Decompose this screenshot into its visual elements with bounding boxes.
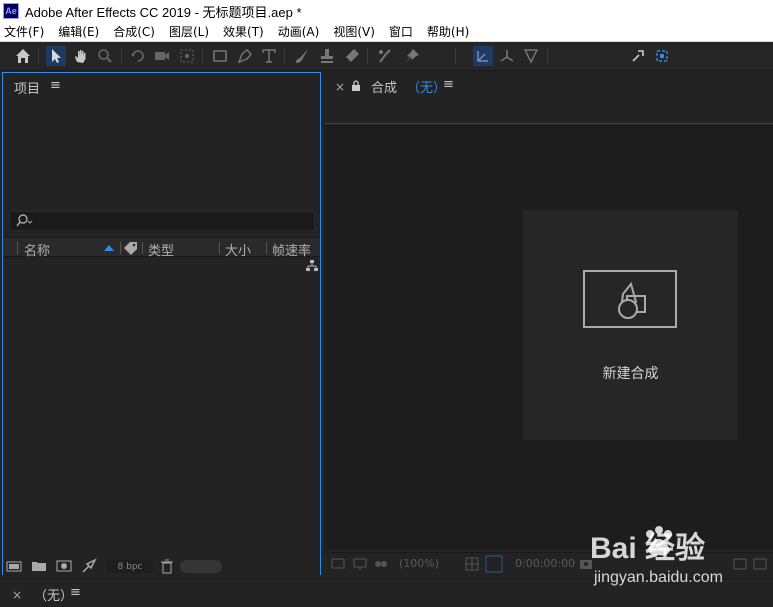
menu-effect[interactable]: 效果(T) — [223, 23, 264, 40]
camera-tool-icon[interactable] — [152, 46, 172, 66]
column-size[interactable]: 大小 — [225, 240, 251, 259]
home-icon[interactable] — [13, 46, 33, 66]
watermark-url: jingyan.baidu.com — [594, 569, 723, 586]
eraser-tool-icon[interactable] — [342, 46, 362, 66]
paw-logo-icon — [646, 526, 672, 556]
puppet-pin-tool-icon[interactable] — [402, 46, 422, 66]
menu-animation[interactable]: 动画(A) — [278, 23, 320, 40]
zoom-tool-icon[interactable] — [95, 46, 115, 66]
brush-tool-icon[interactable] — [292, 46, 312, 66]
menu-help[interactable]: 帮助(H) — [427, 23, 469, 40]
safe-zones-icon[interactable] — [465, 557, 479, 571]
close-composition-icon[interactable]: × — [335, 80, 345, 94]
world-axis-icon[interactable] — [497, 46, 517, 66]
search-icon — [16, 214, 33, 227]
new-composition-label: 新建合成 — [602, 366, 659, 382]
pen-tool-icon[interactable] — [235, 46, 255, 66]
view-axis-icon[interactable] — [521, 46, 541, 66]
project-tab[interactable]: 项目 — [14, 78, 40, 97]
tools-panel: 对齐 — [0, 42, 773, 109]
project-settings-icon[interactable] — [81, 558, 97, 574]
interpret-footage-icon[interactable] — [6, 558, 22, 574]
project-footer: 8 bpc — [3, 557, 320, 575]
rotate-tool-icon[interactable] — [128, 46, 148, 66]
snap-target-icon[interactable] — [652, 46, 672, 66]
monitor-icon[interactable] — [353, 557, 367, 571]
window-title: Adobe After Effects CC 2019 - 无标题项目.aep … — [25, 4, 302, 20]
lock-icon[interactable] — [351, 80, 361, 92]
menu-window[interactable]: 窗口 — [389, 23, 413, 40]
close-timeline-icon[interactable]: × — [12, 588, 22, 602]
menu-bar: 文件(F) 编辑(E) 合成(C) 图层(L) 效果(T) 动画(A) 视图(V… — [0, 22, 773, 42]
menu-file[interactable]: 文件(F) — [4, 23, 44, 40]
selection-tool-icon[interactable] — [46, 46, 66, 66]
current-time-display[interactable]: 0:00:00:00 — [515, 557, 575, 570]
baidu-watermark: Bai 经验 jingyan.baidu.com — [590, 523, 773, 603]
label-tag-icon[interactable] — [123, 241, 139, 255]
column-frame-rate[interactable]: 帧速率 — [272, 240, 311, 259]
project-column-header: 名称 类型 大小 帧速率 — [3, 237, 320, 259]
always-preview-icon[interactable] — [331, 557, 345, 571]
composition-viewer[interactable]: 新建合成 — [325, 125, 773, 550]
text-tool-icon[interactable] — [259, 46, 279, 66]
pan-behind-tool-icon[interactable] — [177, 46, 197, 66]
title-bar: Ae Adobe After Effects CC 2019 - 无标题项目.a… — [0, 0, 773, 22]
column-type[interactable]: 类型 — [148, 240, 174, 259]
timeline-panel-menu-icon[interactable]: ≡ — [70, 585, 81, 600]
menu-layer[interactable]: 图层(L) — [169, 23, 209, 40]
composition-tab[interactable]: 合成 — [371, 77, 397, 96]
composition-panel[interactable]: × 合成 （无） ≡ 新建合成 (100%) 0:00:00:00 — [325, 72, 773, 575]
menu-composition[interactable]: 合成(C) — [113, 23, 155, 40]
project-panel-menu-icon[interactable]: ≡ — [50, 78, 61, 93]
composition-tab-bar: × 合成 （无） ≡ — [325, 72, 773, 124]
menu-edit[interactable]: 编辑(E) — [58, 23, 99, 40]
rectangle-tool-icon[interactable] — [210, 46, 230, 66]
composition-panel-menu-icon[interactable]: ≡ — [443, 77, 454, 92]
trash-icon[interactable] — [159, 558, 175, 574]
project-search-input[interactable] — [9, 211, 315, 231]
column-name[interactable]: 名称 — [24, 240, 50, 259]
bit-depth-button[interactable]: 8 bpc — [107, 560, 153, 573]
new-composition-card[interactable]: 新建合成 — [523, 210, 738, 440]
composition-tab-name[interactable]: （无） — [407, 77, 446, 96]
clone-stamp-tool-icon[interactable] — [317, 46, 337, 66]
new-composition-icon[interactable] — [56, 558, 72, 574]
roto-brush-tool-icon[interactable] — [375, 46, 395, 66]
hand-tool-icon[interactable] — [70, 46, 90, 66]
sort-ascending-icon[interactable] — [103, 244, 115, 252]
menu-view[interactable]: 视图(V) — [333, 23, 375, 40]
local-axis-icon[interactable] — [473, 46, 493, 66]
app-logo: Ae — [3, 3, 19, 19]
new-composition-icon — [583, 270, 677, 328]
horizontal-scrollbar[interactable] — [180, 560, 222, 573]
flowchart-icon[interactable] — [306, 260, 318, 272]
new-folder-icon[interactable] — [31, 558, 47, 574]
transparency-grid-icon[interactable] — [485, 555, 503, 573]
project-panel[interactable]: 项目 ≡ 名称 类型 大小 帧速率 8 bpc — [2, 72, 321, 575]
zoom-level-dropdown[interactable]: (100%) — [399, 557, 439, 570]
mask-visibility-icon[interactable] — [373, 557, 389, 571]
timeline-tab[interactable]: （无） — [34, 585, 73, 604]
snap-icon[interactable] — [628, 46, 648, 66]
